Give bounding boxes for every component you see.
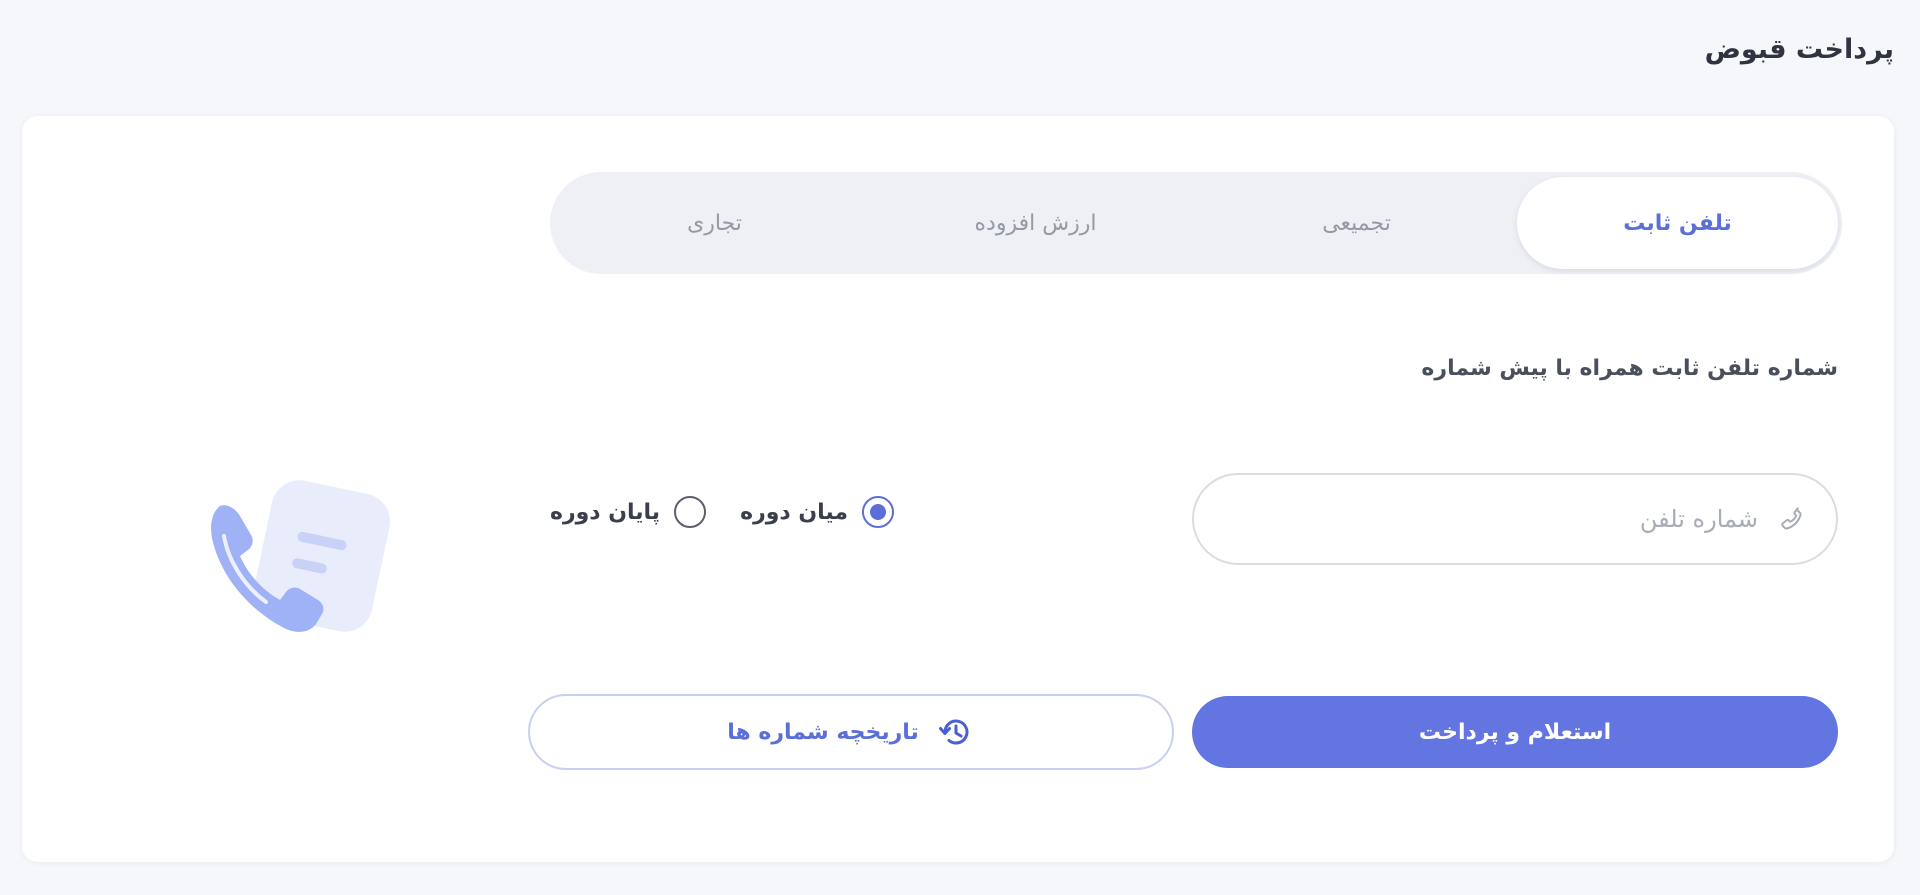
page-title: پرداخت قبوض (1704, 34, 1894, 65)
bill-type-tabs: تلفن ثابت تجمیعی ارزش افزوده تجاری (550, 172, 1842, 274)
number-history-button[interactable]: تاریخچه شماره ها (528, 694, 1174, 770)
phone-field-label: شماره تلفن ثابت همراه با پیش شماره (1421, 356, 1838, 381)
radio-circle-checked[interactable] (862, 496, 894, 528)
tab-aggregate[interactable]: تجمیعی (1196, 177, 1517, 269)
phone-input-container (1192, 473, 1838, 565)
history-icon (938, 719, 969, 745)
history-button-label: تاریخچه شماره ها (727, 719, 919, 745)
phone-icon (1781, 507, 1802, 530)
phone-bill-illustration (211, 480, 391, 632)
period-radio-group: میان دوره پایان دوره (550, 496, 894, 528)
tab-commercial[interactable]: تجاری (554, 177, 875, 269)
bill-payment-card: تلفن ثابت تجمیعی ارزش افزوده تجاری شماره… (22, 116, 1894, 862)
tab-value-added[interactable]: ارزش افزوده (875, 177, 1196, 269)
radio-mid-period[interactable]: میان دوره (740, 496, 894, 528)
tab-landline[interactable]: تلفن ثابت (1517, 177, 1838, 269)
radio-circle-unchecked[interactable] (674, 496, 707, 528)
phone-number-input[interactable] (1224, 505, 1758, 533)
radio-end-period[interactable]: پایان دوره (549, 496, 707, 528)
radio-label-end-period: پایان دوره (549, 499, 661, 525)
page: پرداخت قبوض تلفن ثابت تجمیعی ارزش افزوده… (0, 0, 1920, 895)
inquiry-and-pay-button[interactable]: استعلام و پرداخت (1192, 696, 1838, 768)
radio-label-mid-period: میان دوره (740, 499, 848, 525)
